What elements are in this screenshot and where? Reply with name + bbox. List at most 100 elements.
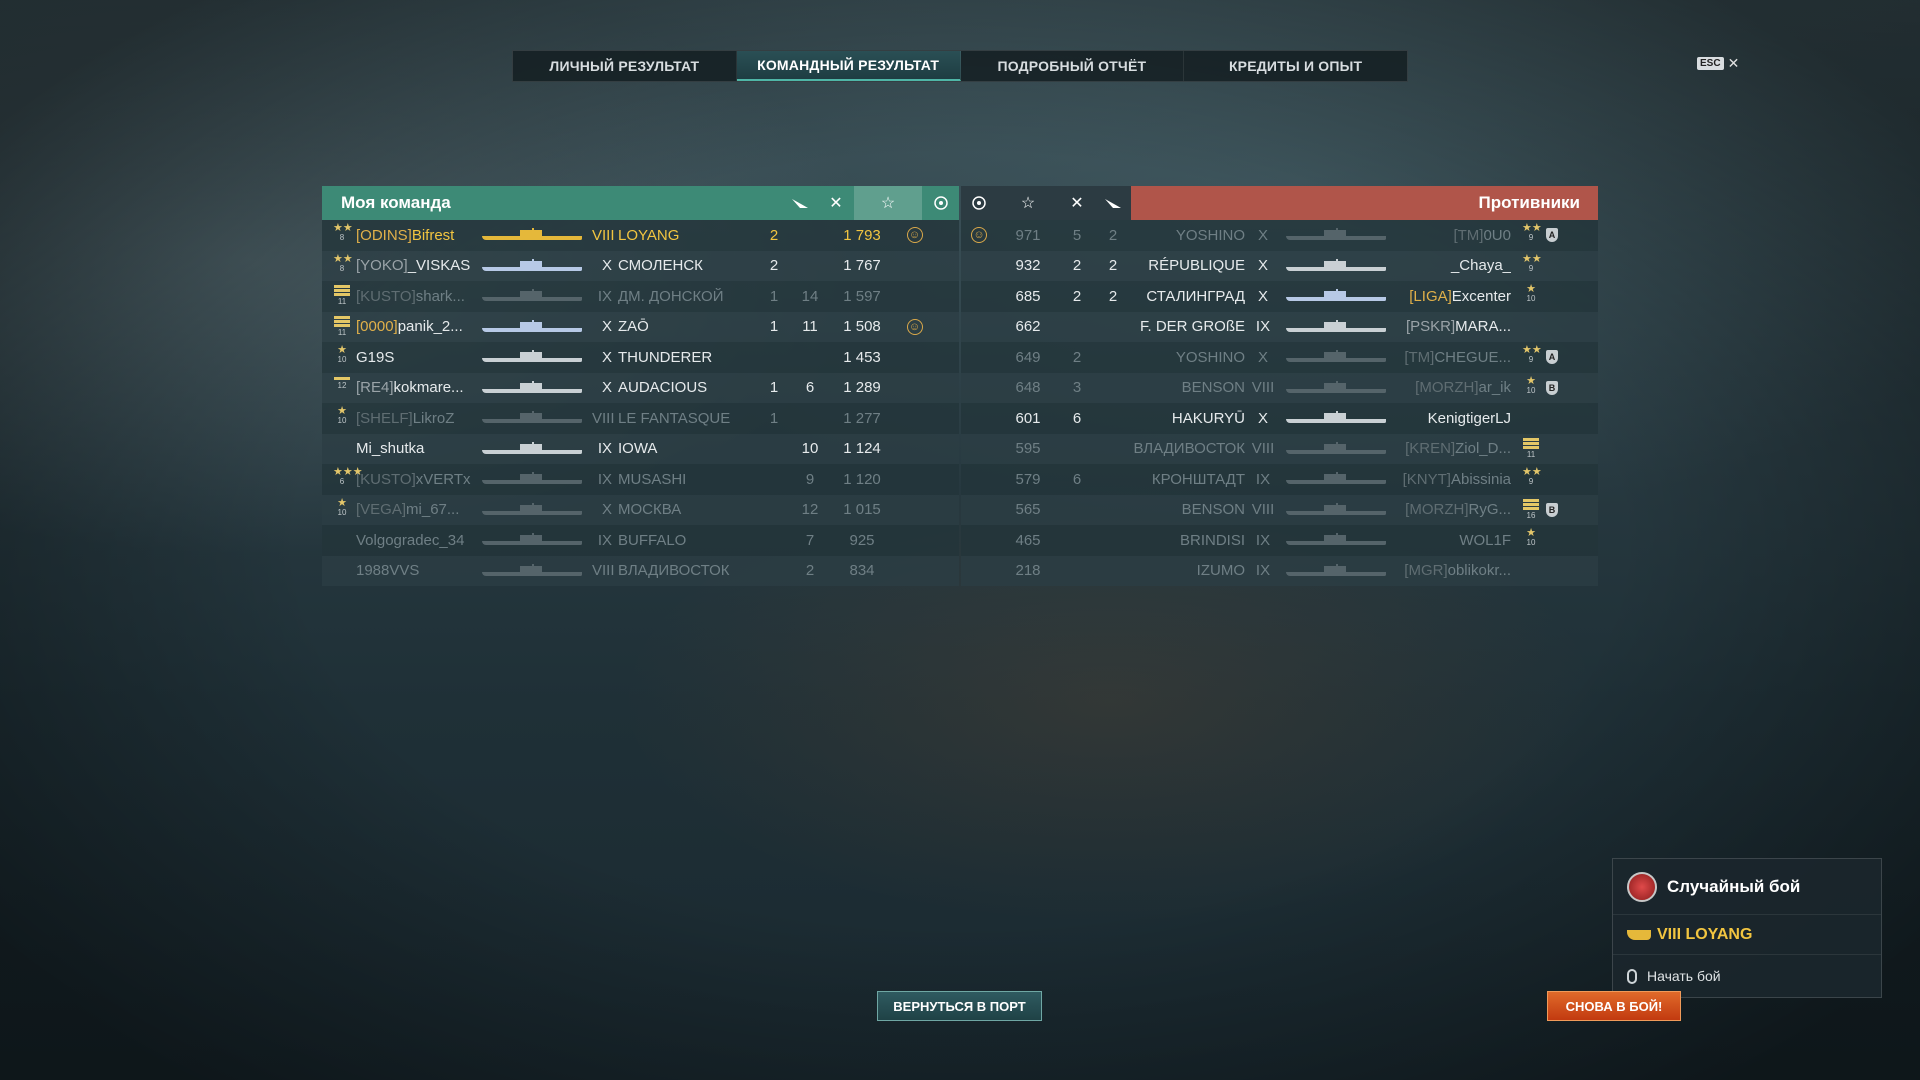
my-team-row[interactable]: ★★★ 6 [KUSTO]xVERTx IX MUSASHI 9 1 120 — [322, 464, 959, 495]
rank-insignia-icon: ★★ 8 — [333, 222, 353, 243]
my-team-row[interactable]: ★ 10 [SHELF]LikroZ VIII LE FANTASQUE 1 1 277 — [322, 403, 959, 434]
enemy-team-row[interactable]: 218 IZUMO IX [MGR]oblikokr... — [961, 555, 1598, 586]
base-xp: 565 — [1015, 501, 1041, 519]
player-nick: WOL1F — [1459, 531, 1511, 549]
ship-name: ДМ. ДОНСКОЙ — [618, 287, 724, 305]
my-team-row[interactable]: 1988VVS VIII ВЛАДИВОСТОК 2 834 — [322, 555, 959, 586]
rank-insignia-icon: 11 — [333, 315, 351, 339]
kills: 10 — [801, 440, 819, 458]
ship-tier: IX — [1255, 470, 1271, 488]
player-name: [MORZH]RyG... — [1391, 501, 1511, 518]
planes-downed: 2 — [769, 257, 779, 275]
player-name: [TM]CHEGUE... — [1391, 349, 1511, 366]
ship-name: СМОЛЕНСК — [618, 257, 703, 275]
ship-name: F. DER GROßE — [1139, 318, 1245, 336]
battle-mode-row[interactable]: Случайный бой — [1613, 859, 1881, 915]
player-name: [KREN]Ziol_D... — [1391, 440, 1511, 457]
player-nick: G19S — [356, 348, 395, 366]
enemy-team-row[interactable]: 579 6 КРОНШТАДТ IX [KNYT]Abissinia ★★ 9 — [961, 464, 1598, 495]
ship-silhouette-icon — [482, 411, 582, 425]
battle-popup: Случайный бой VIII LOYANG Начать бой — [1612, 858, 1882, 998]
ship-name: ВЛАДИВОСТОК — [1133, 440, 1245, 458]
division-cell: B — [1541, 380, 1563, 395]
rank-cell: ★★★ 6 — [322, 464, 363, 495]
my-team-row[interactable]: 11 [0000]panik_2... X ZAŌ 1 11 1 508 ☺ — [322, 311, 959, 342]
rank-cell: 12 — [322, 373, 356, 404]
my-team-row[interactable]: 11 [KUSTO]shark... IX ДМ. ДОНСКОЙ 1 14 1 597 — [322, 281, 959, 312]
ribbon-cell: ☺ — [896, 227, 933, 244]
my-team-row[interactable]: Mi_shutka IX IOWA 10 1 124 — [322, 433, 959, 465]
ship-name: ВЛАДИВОСТОК — [618, 562, 730, 580]
kills: 9 — [805, 470, 815, 488]
enemy-team-row[interactable]: 685 2 2 СТАЛИНГРАД X [LIGA]Excenter ★ 10 — [961, 281, 1598, 312]
clan-tag: [KUSTO] — [356, 470, 416, 488]
base-xp: 218 — [1015, 562, 1041, 580]
tab-4[interactable]: КРЕДИТЫ И ОПЫТ — [1184, 51, 1407, 81]
my-team-row[interactable]: ★ 10 [VEGA]mi_67... X МОСКВА 12 1 015 — [322, 494, 959, 525]
my-team-row[interactable]: 12 [RE4]kokmare... X AUDACIOUS 1 6 1 289 — [322, 372, 959, 404]
my-team-row[interactable]: Volgogradec_34 IX BUFFALO 7 925 — [322, 525, 959, 556]
ship-tier: IX — [597, 440, 612, 458]
rank-insignia-icon: ★★★ 6 — [333, 466, 363, 487]
base-xp: 925 — [849, 531, 875, 549]
ship-silhouette-icon — [482, 350, 582, 364]
return-to-port-button[interactable]: ВЕРНУТЬСЯ В ПОРТ — [877, 991, 1042, 1021]
random-battle-icon — [1627, 871, 1657, 902]
tab-3[interactable]: ПОДРОБНЫЙ ОТЧЁТ — [961, 51, 1185, 81]
tab-2[interactable]: КОМАНДНЫЙ РЕЗУЛЬТАТ — [736, 51, 961, 81]
division-shield-icon: A — [1546, 228, 1558, 243]
star-icon: ☆ — [997, 186, 1059, 220]
ship-tier: IX — [597, 470, 612, 488]
player-name: _Chaya_ — [1391, 257, 1511, 274]
planes-downed: 2 — [1108, 287, 1118, 305]
swords-icon: ✕ — [829, 195, 843, 212]
enemy-team-row[interactable]: 662 F. DER GROßE IX [PSKR]MARA... — [961, 311, 1598, 342]
ribbon-cell: ☺ — [896, 318, 933, 335]
enemy-team-row[interactable]: 595 ВЛАДИВОСТОК VIII [KREN]Ziol_D... 11 — [961, 433, 1598, 464]
esc-key-label: ESC — [1697, 57, 1724, 70]
clan-tag: [ODINS] — [356, 226, 412, 244]
player-nick: shark... — [415, 287, 465, 305]
my-team-row[interactable]: ★★ 8 [YOKO]_VISKAS X СМОЛЕНСК 2 1 767 — [322, 250, 959, 281]
enemy-team-row[interactable]: 465 BRINDISI IX WOL1F ★ 10 — [961, 525, 1598, 556]
enemy-team-title: Противники — [1478, 193, 1580, 212]
enemy-team-row[interactable]: ☺ 971 5 2 YOSHINO X [TM]0U0 ★★ 9 A — [961, 220, 1598, 251]
my-team-row[interactable]: ★ 10 G19S X THUNDERER 1 453 — [322, 342, 959, 373]
ship-tier: VIII — [1251, 379, 1275, 397]
kills: 2 — [1072, 287, 1082, 305]
close-icon[interactable]: ✕ — [1728, 55, 1740, 72]
player-nick: Volgogradec_34 — [356, 531, 465, 549]
enemy-team-row[interactable]: 565 BENSON VIII [MORZH]RyG... 16 B — [961, 494, 1598, 525]
base-xp: 1 277 — [843, 409, 881, 427]
battle-again-button[interactable]: СНОВА В БОЙ! — [1547, 991, 1681, 1021]
enemy-team-row[interactable]: 649 2 YOSHINO X [TM]CHEGUE... ★★ 9 A — [961, 342, 1598, 373]
ship-name: IZUMO — [1196, 562, 1245, 580]
kills: 6 — [1072, 470, 1082, 488]
tab-1[interactable]: ЛИЧНЫЙ РЕЗУЛЬТАТ — [513, 51, 737, 81]
ship-silhouette-icon — [482, 533, 582, 547]
player-nick: KenigtigerLJ — [1427, 409, 1511, 427]
player-name: [KNYT]Abissinia — [1391, 471, 1511, 488]
selected-ship-row[interactable]: VIII LOYANG — [1613, 915, 1881, 955]
kills: 12 — [801, 501, 819, 519]
ship-tier: X — [1257, 287, 1268, 305]
player-nick: _Chaya_ — [1450, 257, 1511, 275]
division-shield-icon: B — [1546, 502, 1558, 517]
enemy-team-row[interactable]: 932 2 2 RÉPUBLIQUE X _Chaya_ ★★ 9 — [961, 250, 1598, 281]
my-team-row[interactable]: ★★ 8 [ODINS]Bifrest VIII LOYANG 2 1 793 ☺ — [322, 220, 959, 251]
esc-close[interactable]: ESC ✕ — [1697, 55, 1739, 72]
rank-cell: ★ 10 — [322, 403, 356, 434]
player-name: [0000]panik_2... — [356, 318, 472, 335]
enemy-team-row[interactable]: 601 6 HAKURYŪ X KenigtigerLJ — [961, 403, 1598, 434]
my-team-header: Моя команда ✕ ☆ — [322, 186, 959, 220]
player-name: [ODINS]Bifrest — [356, 227, 472, 244]
player-nick: mi_67... — [406, 501, 460, 519]
enemy-team-row[interactable]: 648 3 BENSON VIII [MORZH]ar_ik ★ 10 B — [961, 372, 1598, 403]
rank-cell — [322, 434, 356, 465]
ship-tier: VIII — [592, 226, 615, 244]
rank-cell: ★ 10 — [322, 342, 356, 373]
rank-insignia-icon: ★★ 8 — [333, 252, 353, 273]
rank-cell — [1511, 403, 1541, 434]
player-name: [SHELF]LikroZ — [356, 410, 472, 427]
star-icon: ☆ — [854, 186, 922, 220]
